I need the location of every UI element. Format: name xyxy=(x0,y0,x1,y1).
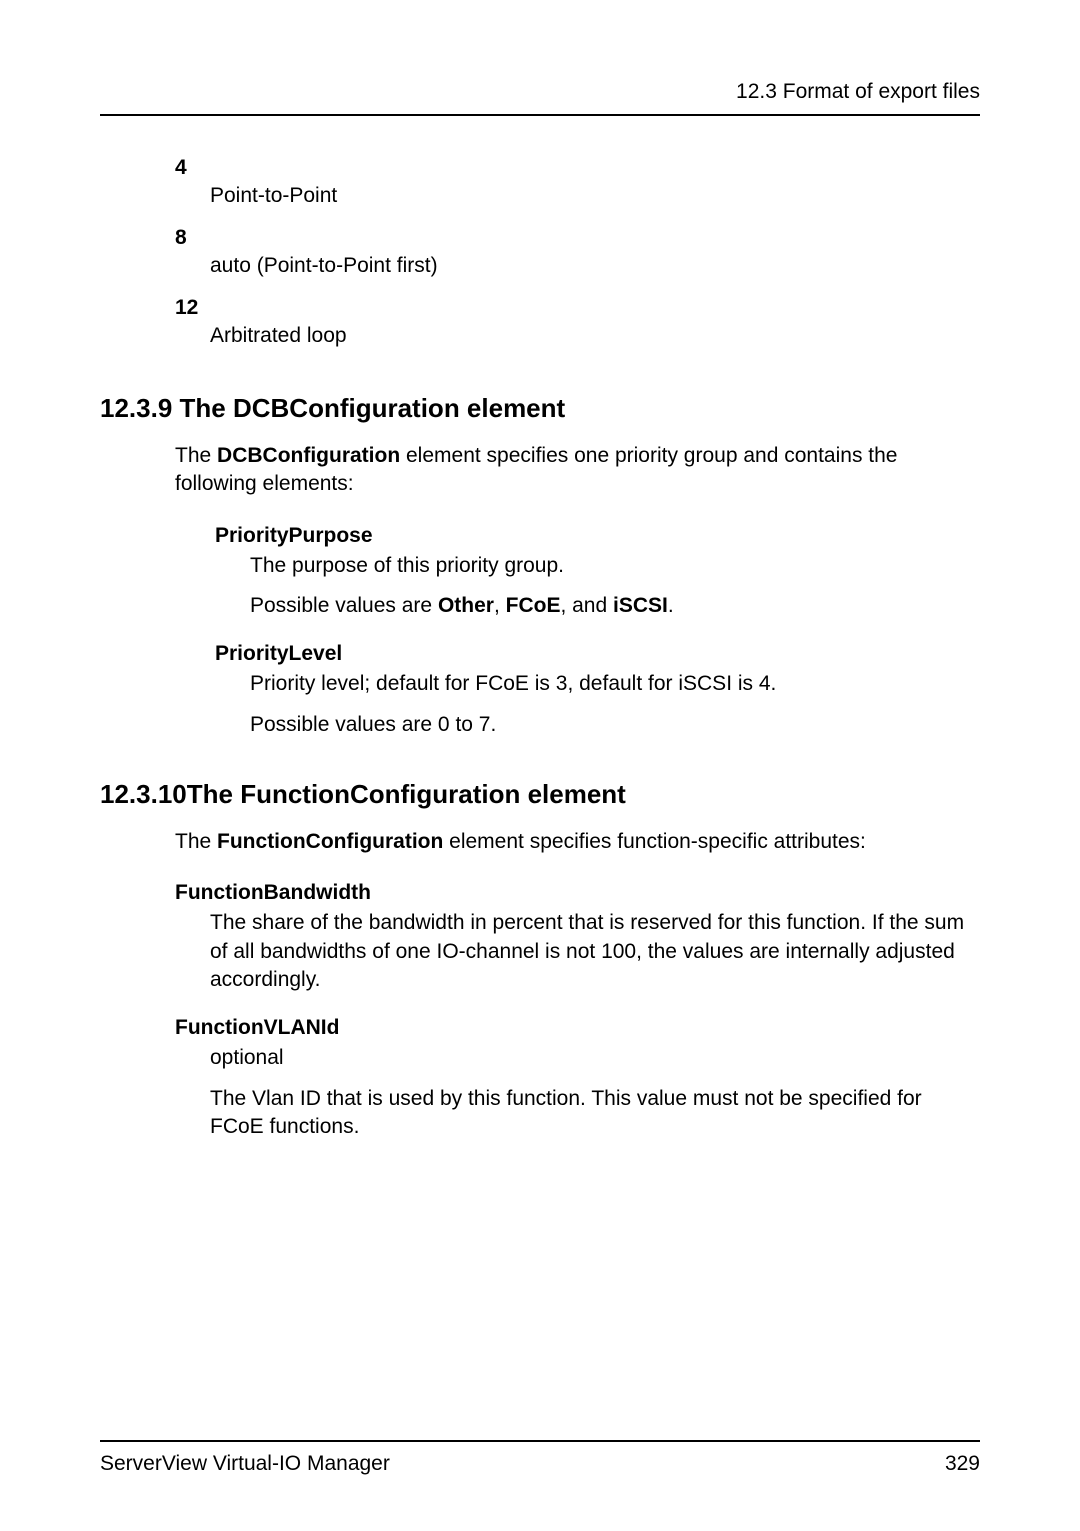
section-intro-1239: The DCBConfiguration element specifies o… xyxy=(175,442,980,499)
topology-label: auto (Point-to-Point first) xyxy=(210,254,980,278)
header-rule xyxy=(100,114,980,116)
bold-value: iSCSI xyxy=(613,594,668,617)
section-heading-1239: 12.3.9 The DCBConfiguration element xyxy=(100,393,980,424)
definition-term: FunctionVLANId xyxy=(175,1016,980,1040)
topology-list: 4 Point-to-Point 8 auto (Point-to-Point fir… xyxy=(175,156,980,348)
topology-label: Arbitrated loop xyxy=(210,324,980,348)
topology-code: 8 xyxy=(175,226,980,250)
bold-value: Other xyxy=(438,594,494,617)
topology-code: 4 xyxy=(175,156,980,180)
footer-product: ServerView Virtual-IO Manager xyxy=(100,1452,390,1476)
definition-description: Possible values are 0 to 7. xyxy=(250,711,980,739)
definition-term: PriorityLevel xyxy=(215,642,980,666)
section-heading-12310: 12.3.10The FunctionConfiguration element xyxy=(100,779,980,810)
definition-description: The purpose of this priority group. xyxy=(250,552,980,580)
page-header-section: 12.3 Format of export files xyxy=(100,80,980,104)
definition-description: Possible values are Other, FCoE, and iSC… xyxy=(250,592,980,620)
section-12-3-10: 12.3.10The FunctionConfiguration element… xyxy=(100,779,980,1141)
definition-term: FunctionBandwidth xyxy=(175,881,980,905)
element-name: FunctionConfiguration xyxy=(217,830,443,853)
definition-description: Priority level; default for FCoE is 3, d… xyxy=(250,670,980,698)
footer-page-number: 329 xyxy=(945,1452,980,1476)
element-name: DCBConfiguration xyxy=(217,444,400,467)
topology-code: 12 xyxy=(175,296,980,320)
func-items: FunctionBandwidth The share of the bandwi… xyxy=(175,881,980,1141)
definition-term: PriorityPurpose xyxy=(215,524,980,548)
definition-description: optional xyxy=(210,1044,980,1072)
bold-value: FCoE xyxy=(506,594,561,617)
definition-description: The share of the bandwidth in percent th… xyxy=(210,909,980,994)
section-12-3-9: 12.3.9 The DCBConfiguration element The … xyxy=(100,393,980,739)
footer-rule xyxy=(100,1440,980,1442)
section-intro-12310: The FunctionConfiguration element specif… xyxy=(175,828,980,856)
page-footer: ServerView Virtual-IO Manager 329 xyxy=(100,1440,980,1476)
dcb-items: PriorityPurpose The purpose of this prior… xyxy=(215,524,980,739)
topology-label: Point-to-Point xyxy=(210,184,980,208)
definition-description: The Vlan ID that is used by this functio… xyxy=(210,1085,980,1142)
